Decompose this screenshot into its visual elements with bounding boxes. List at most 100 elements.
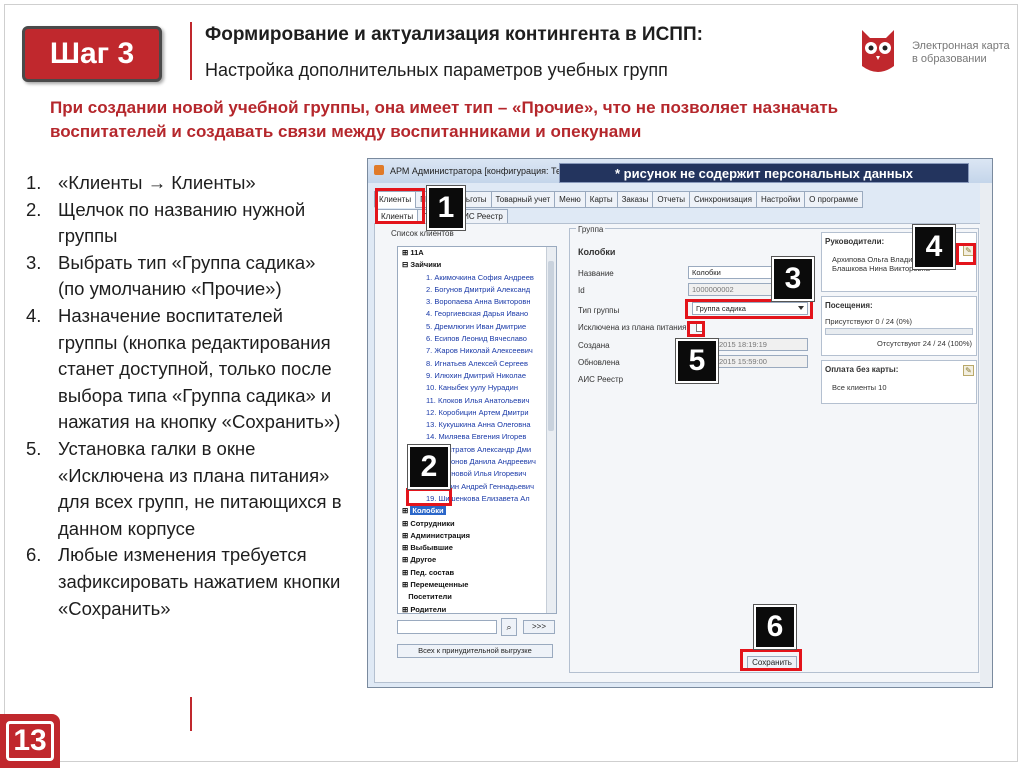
excluded-label: Исключена из плана питания (578, 323, 687, 332)
header-divider (190, 22, 192, 80)
highlight-group-type (685, 299, 813, 319)
tree-group-label: Перемещенные (410, 580, 469, 590)
step-number: 1. (26, 172, 42, 193)
marker-4: 4 (913, 225, 955, 269)
step-text: Установка галки в окне «Исключена из пла… (58, 437, 342, 539)
logo-text: Электронная карта в образовании (912, 40, 1010, 66)
logo-text-line-2: в образовании (912, 53, 987, 65)
leaders-label: Руководители: (825, 237, 885, 246)
no-card-panel: Оплата без карты: ✎ Все клиенты 10 (821, 360, 977, 404)
no-card-value: Все клиенты 10 (832, 383, 887, 392)
window-title: АРМ Администратора [конфигурация: Те (390, 166, 562, 176)
tab-settings[interactable]: Настройки (755, 191, 806, 208)
tree-child[interactable]: 1. Акимочкина София Андреев (398, 272, 546, 284)
tree-child[interactable]: 14. Миляева Евгения Игорев (398, 431, 546, 443)
owl-logo-icon (862, 30, 894, 72)
page-number: 13 (6, 721, 54, 761)
step-item: 5. Установка галки в окне «Исключена из п… (26, 436, 346, 542)
no-personal-data-banner: * рисунок не содержит персональных данны… (559, 163, 969, 183)
tree-group-label: 11А (410, 248, 424, 257)
tree-child[interactable]: 12. Коробицин Артем Дмитри (398, 407, 546, 419)
step-number: 5. (26, 437, 42, 459)
tree-child[interactable]: 9. Илюхин Дмитрий Николае (398, 370, 546, 382)
tree-group-label: Колобки (410, 506, 446, 516)
logo-text-line-1: Электронная карта (912, 40, 1010, 52)
tab-about[interactable]: О программе (804, 191, 864, 208)
tree-child[interactable]: 4. Георгиевская Дарья Ивано (398, 308, 546, 320)
tree-child[interactable]: 8. Игнатьев Алексей Сергеев (398, 358, 546, 370)
highlight-kolobki (406, 488, 452, 506)
tab-sync[interactable]: Синхронизация (688, 191, 757, 208)
tree-group[interactable]: ⊞ Выбывшие (398, 542, 546, 554)
tree-group-label: Сотрудники (410, 518, 455, 528)
tree-group[interactable]: ⊞ Администрация (398, 530, 546, 542)
steps-list: 1. «Клиенты → Клиенты» 2. Щелчок по назван… (26, 170, 346, 622)
marker-1: 1 (427, 186, 465, 230)
step-item: 2. Щелчок по названию нужной группы (26, 197, 346, 250)
tree-child[interactable]: 3. Воропаева Анна Викторовн (398, 296, 546, 308)
search-input[interactable] (397, 620, 497, 634)
tree-group[interactable]: ⊞ Пед. состав (398, 567, 546, 579)
step-text: «Клиенты → Клиенты» (58, 172, 256, 193)
tab-reports[interactable]: Отчеты (652, 191, 690, 208)
updated-label: Обновлена (578, 358, 620, 367)
tree-child[interactable]: 13. Кукушкина Анна Олеговна (398, 419, 546, 431)
forced-export-button[interactable]: Всех к принудительной выгрузке (397, 644, 553, 658)
tree-group-zaichiki[interactable]: ⊟ Зайчики (398, 259, 546, 271)
tree-group-label: Пед. состав (410, 567, 455, 577)
tree-child[interactable]: 10. Каныбек уулу Нурадин (398, 382, 546, 394)
step-text: Назначение воспитателей группы (кнопка р… (58, 304, 341, 433)
tree-child[interactable]: 2. Богунов Дмитрий Александ (398, 284, 546, 296)
tree-items: ⊞ 11А ⊟ Зайчики 1. Акимочкина София Андр… (398, 247, 546, 614)
tree-child[interactable]: 6. Есипов Леонид Вячеславо (398, 333, 546, 345)
tree-group-label: Выбывшие (410, 543, 453, 553)
tree-group[interactable]: ⊞ Другое (398, 554, 546, 566)
highlight-save-button (740, 649, 802, 671)
step-number: 2. (26, 198, 42, 220)
step-item: 3. Выбрать тип «Группа садика» (по умолча… (26, 250, 346, 303)
tree-group-11a[interactable]: ⊞ 11А (398, 247, 546, 259)
tree-group-label: Родители (410, 604, 447, 614)
tree-group[interactable]: ⊞ Сотрудники (398, 518, 546, 530)
attendance-label: Посещения: (825, 301, 873, 310)
app-icon (374, 165, 384, 175)
tree-group-label: Зайчики (410, 260, 442, 270)
tab-menu[interactable]: Меню (554, 191, 586, 208)
search-icon: ⌕ (506, 622, 512, 632)
tree-scroll-thumb[interactable] (548, 261, 554, 431)
tree-scrollbar[interactable] (546, 247, 556, 613)
marker-6: 6 (754, 605, 796, 649)
step-text: Щелчок по названию нужной группы (58, 198, 306, 247)
slide-subtitle: Настройка дополнительных параметров учеб… (205, 60, 668, 80)
no-card-label: Оплата без карты: (825, 365, 899, 374)
tab-goods[interactable]: Товарный учет (490, 191, 556, 208)
search-button[interactable]: ⌕ (501, 618, 517, 636)
tree-child[interactable]: 11. Клоков Илья Анатольевич (398, 395, 546, 407)
step-item: 6. Любые изменения требуется зафиксироват… (26, 542, 346, 622)
tree-child[interactable]: 5. Дремлюгин Иван Дмитрие (398, 321, 546, 333)
tab-orders[interactable]: Заказы (616, 191, 654, 208)
tree-group-label: Другое (410, 555, 437, 565)
group-type-label: Тип группы (578, 306, 620, 315)
tree-child[interactable]: 7. Жаров Николай Алексеевич (398, 345, 546, 357)
tree-group[interactable]: ⊞ Родители (398, 604, 546, 614)
tab-cards[interactable]: Карты (584, 191, 618, 208)
text-cursor-mark (190, 697, 192, 731)
step-number: 3. (26, 251, 42, 273)
attendance-present: Присутствуют 0 / 24 (0%) (825, 317, 913, 326)
attendance-absent: Отсутствуют 24 / 24 (100%) (877, 339, 972, 348)
app-window: АРМ Администратора [конфигурация: Те * р… (367, 158, 993, 688)
tree-group[interactable]: ⊞ Перемещенные (398, 579, 546, 591)
edit-no-card-icon[interactable]: ✎ (963, 365, 974, 376)
created-label: Создана (578, 341, 610, 350)
step-text: Выбрать тип «Группа садика» (по умолчани… (58, 251, 316, 300)
window-scrollbar[interactable] (980, 183, 992, 687)
tree-group-kolobki[interactable]: ⊞ Колобки (398, 505, 546, 517)
tree-group[interactable]: Посетители (398, 591, 546, 603)
step-text: Любые изменения требуется зафиксировать … (58, 544, 341, 619)
id-label: Id (578, 286, 585, 295)
step-item: 1. «Клиенты → Клиенты» (26, 170, 346, 197)
highlight-clients-tabs (375, 188, 425, 224)
client-tree[interactable]: ⊞ 11А ⊟ Зайчики 1. Акимочкина София Андр… (397, 246, 557, 614)
search-next-button[interactable]: >>> (523, 620, 555, 634)
